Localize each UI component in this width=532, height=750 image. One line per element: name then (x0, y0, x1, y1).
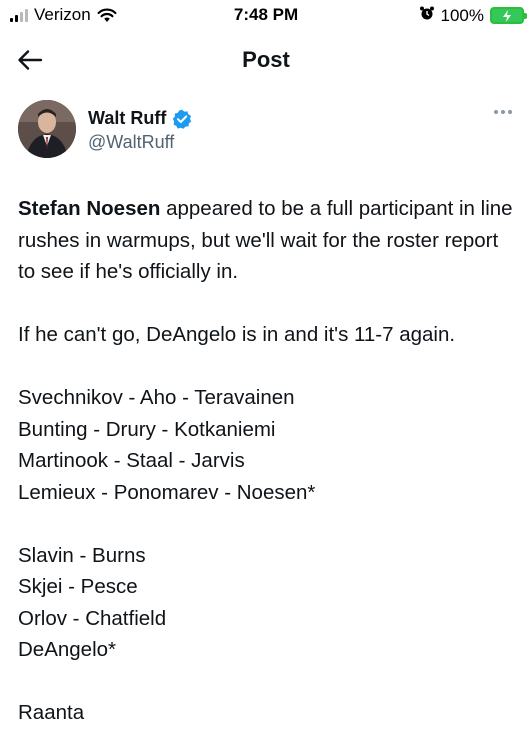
defense-pair: Orlov - Chatfield (18, 606, 167, 630)
tweet-bold-name: Stefan Noesen (18, 197, 161, 220)
nav-header: Post (0, 34, 532, 86)
goalie-line: Raanta (18, 701, 85, 724)
defense-pair: Skjei - Pesce (18, 575, 138, 598)
more-dot-icon (508, 110, 512, 114)
defense-pair: DeAngelo* (18, 638, 117, 661)
page-title: Post (242, 47, 290, 72)
more-options-button[interactable] (494, 110, 512, 114)
defense-pair: Slavin - Burns (18, 543, 146, 567)
more-dot-icon (494, 110, 498, 114)
more-dot-icon (501, 110, 505, 114)
tweet-paragraph-1: Stefan Noesen appeared to be a full part… (18, 193, 518, 288)
tweet-paragraph-2: If he can't go, DeAngelo is in and it's … (18, 323, 456, 346)
battery-charging-icon (490, 7, 527, 24)
battery-percent: 100% (440, 5, 484, 25)
forward-line: Svechnikov - Aho - Teravainen (18, 386, 295, 409)
author-row: Walt Ruff @WaltRuff (18, 100, 518, 164)
tweet-text: Stefan Noesen appeared to be a full part… (18, 193, 518, 729)
status-right: 100% (419, 5, 527, 26)
avatar[interactable] (18, 100, 76, 158)
forward-line: Bunting - Drury - Kotkaniemi (18, 417, 276, 441)
alarm-icon (419, 5, 435, 26)
forward-line: Lemieux - Ponomarev - Noesen* (18, 480, 316, 504)
status-bar: Verizon 7:48 PM 100% (0, 0, 532, 32)
author-name[interactable]: Walt Ruff (88, 108, 166, 129)
verified-badge-icon (173, 109, 192, 129)
author-handle[interactable]: @WaltRuff (88, 132, 174, 153)
forward-line: Martinook - Staal - Jarvis (18, 449, 245, 472)
author-name-row[interactable]: Walt Ruff (88, 108, 192, 129)
